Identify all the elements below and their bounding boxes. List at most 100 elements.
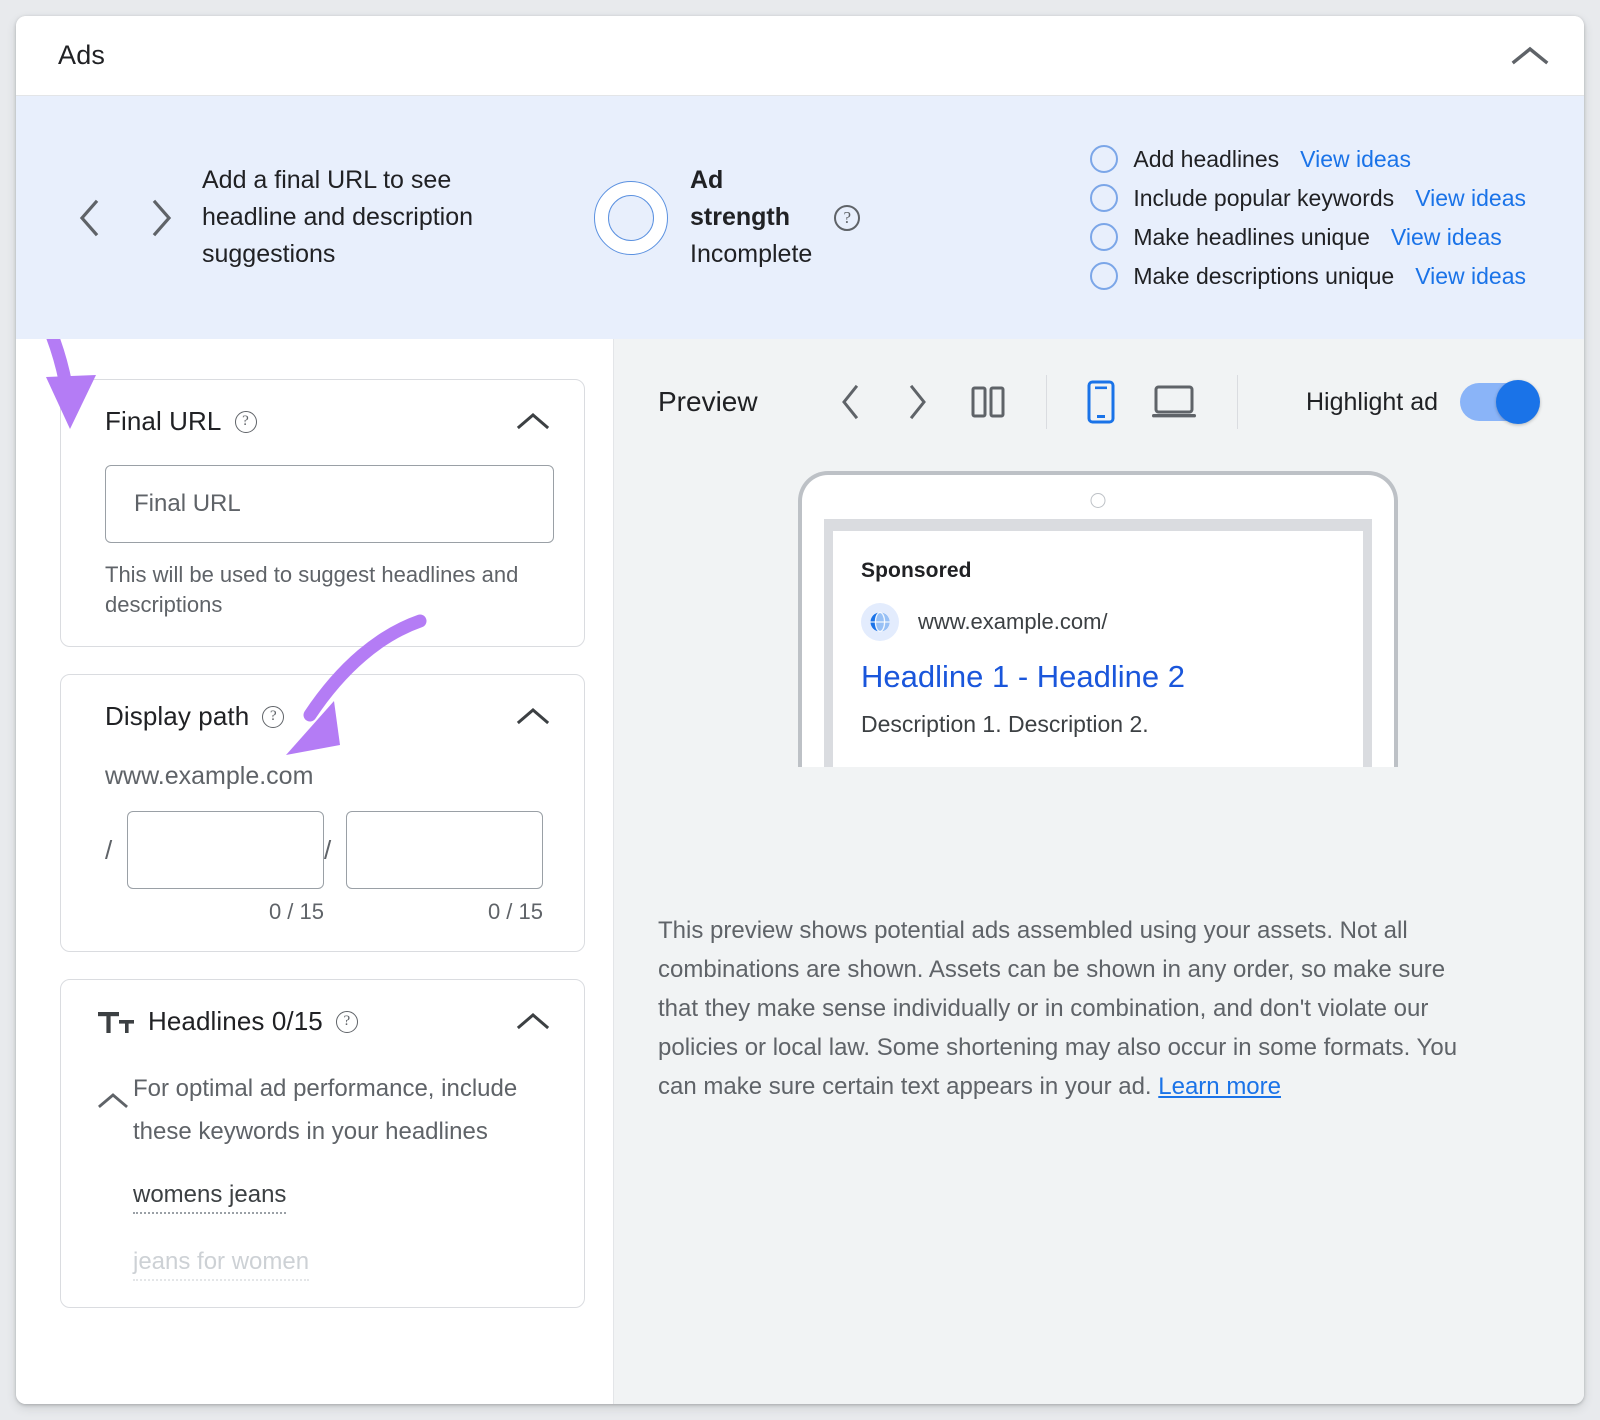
keyword-hint-text: For optimal ad performance, include thes… — [133, 1075, 518, 1145]
checklist-status-circle[interactable] — [1090, 262, 1119, 290]
keyword-chip[interactable]: jeans for women — [133, 1248, 310, 1281]
preview-disclaimer: This preview shows potential ads assembl… — [658, 911, 1488, 1106]
display-path-collapse-button[interactable] — [512, 702, 554, 731]
path-separator-2: / — [324, 835, 332, 865]
display-path-counter-2: 0 / 15 — [487, 899, 543, 924]
desktop-preview-button[interactable] — [1133, 375, 1215, 429]
display-path-input-2[interactable] — [346, 811, 543, 889]
preview-toolbar: Preview Highlight ad — [658, 369, 1540, 435]
preview-next-button[interactable] — [884, 375, 952, 429]
phone-screen: Sponsored www.example.com/ Headline 1 - … — [824, 519, 1372, 767]
ad-strength-title-line2: strength — [690, 203, 790, 231]
learn-more-link[interactable]: Learn more — [1158, 1073, 1281, 1100]
suggestion-carousel-nav — [76, 198, 174, 238]
checklist-item: Add headlines View ideas — [1090, 145, 1526, 173]
view-ideas-link[interactable]: View ideas — [1391, 224, 1502, 251]
checklist-item: Make descriptions unique View ideas — [1090, 262, 1526, 290]
checklist-status-circle[interactable] — [1090, 223, 1119, 251]
highlight-ad-toggle[interactable] — [1460, 380, 1540, 424]
ad-preview-pane: Preview Highlight ad Sponsored www.examp… — [614, 339, 1584, 1404]
final-url-hint: This will be used to suggest headlines a… — [105, 562, 519, 617]
ad-description: Description 1. Description 2. — [861, 711, 1149, 737]
keyword-suggestions: For optimal ad performance, include thes… — [97, 1067, 554, 1281]
headlines-card-header: Headlines 0/15 ? — [97, 1006, 554, 1037]
view-ideas-link[interactable]: View ideas — [1300, 146, 1411, 173]
toolbar-divider — [1236, 375, 1238, 429]
page-title: Ads — [58, 40, 106, 70]
sponsored-label: Sponsored — [861, 559, 972, 582]
display-path-card-header: Display path ? — [105, 701, 554, 732]
ad-strength-banner: Add a final URL to see headline and desc… — [16, 96, 1584, 339]
ad-url-row: www.example.com/ — [861, 603, 1335, 641]
path-separator-1: / — [105, 835, 113, 865]
ad-strength-indicator: Ad strength Incomplete ? — [594, 162, 861, 273]
split-view-button[interactable] — [952, 377, 1024, 427]
mobile-device-icon — [1087, 380, 1115, 424]
chevron-right-icon — [909, 384, 926, 420]
checklist-item-label: Include popular keywords — [1133, 184, 1395, 211]
ads-panel: Ads Add a final URL to see headline and … — [16, 16, 1584, 1404]
final-url-help-icon[interactable]: ? — [234, 410, 257, 433]
view-ideas-link[interactable]: View ideas — [1415, 263, 1526, 290]
checklist-status-circle[interactable] — [1090, 184, 1119, 212]
headlines-card: Headlines 0/15 ? For optimal ad performa… — [60, 979, 585, 1308]
suggestion-text: Add a final URL to see headline and desc… — [202, 166, 474, 268]
toggle-knob — [1496, 380, 1540, 424]
headlines-collapse-button[interactable] — [512, 1007, 554, 1036]
suggestion-next-button[interactable] — [148, 198, 174, 238]
preview-title: Preview — [658, 386, 758, 417]
ad-strength-ring-inner — [608, 194, 654, 241]
checklist-item-label: Add headlines — [1133, 145, 1280, 172]
checklist-item: Include popular keywords View ideas — [1090, 184, 1526, 212]
display-path-input-1[interactable] — [127, 811, 324, 889]
final-url-title: Final URL — [105, 406, 222, 436]
disclaimer-text: This preview shows potential ads assembl… — [658, 917, 1458, 1100]
ad-headline[interactable]: Headline 1 - Headline 2 — [861, 659, 1335, 695]
checklist-item-label: Make descriptions unique — [1133, 262, 1395, 289]
chevron-left-icon — [79, 199, 99, 236]
headlines-help-icon[interactable]: ? — [335, 1010, 358, 1033]
final-url-collapse-button[interactable] — [512, 407, 554, 436]
chevron-right-icon — [152, 199, 172, 236]
display-path-inputs: / 0 / 15 / 0 / 15 — [105, 811, 554, 925]
ad-strength-ring — [594, 180, 668, 255]
chevron-up-icon — [516, 413, 550, 430]
chevron-up-icon — [98, 1093, 128, 1108]
display-path-domain: www.example.com — [105, 762, 314, 790]
display-path-help-icon[interactable]: ? — [262, 705, 285, 728]
checklist-item-label: Make headlines unique — [1133, 223, 1370, 250]
chevron-up-icon — [516, 1013, 550, 1030]
keyword-suggestions-toggle[interactable] — [97, 1067, 129, 1281]
panel-collapse-button[interactable] — [1506, 32, 1554, 80]
ad-strength-title-line1: Ad — [690, 166, 724, 194]
display-path-title: Display path — [105, 701, 250, 731]
display-path-card: Display path ? www.example.com / 0 / 15 … — [60, 674, 585, 952]
device-mockup-wrapper: Sponsored www.example.com/ Headline 1 - … — [658, 471, 1538, 767]
checklist-status-circle[interactable] — [1090, 145, 1119, 173]
chevron-up-icon — [1511, 46, 1549, 64]
globe-icon — [861, 603, 899, 641]
highlight-ad-label: Highlight ad — [1305, 387, 1438, 416]
highlight-ad-control: Highlight ad — [1305, 380, 1540, 424]
panel-header: Ads — [16, 16, 1584, 96]
preview-prev-button[interactable] — [816, 375, 884, 429]
toolbar-divider — [1045, 375, 1047, 429]
ad-strength-help-icon[interactable]: ? — [834, 204, 861, 231]
text-format-icon — [97, 1008, 135, 1036]
mobile-preview-button[interactable] — [1069, 372, 1133, 432]
chevron-left-icon — [841, 384, 858, 420]
ad-display-url: www.example.com/ — [918, 609, 1108, 634]
final-url-card-header: Final URL ? — [105, 406, 554, 437]
desktop-device-icon — [1151, 385, 1196, 418]
checklist-item: Make headlines unique View ideas — [1090, 223, 1526, 251]
suggestion-prev-button[interactable] — [76, 198, 102, 238]
path-field-group-2: 0 / 15 — [346, 811, 543, 925]
view-ideas-link[interactable]: View ideas — [1415, 185, 1526, 212]
final-url-input[interactable]: Final URL — [105, 465, 554, 543]
keyword-hint-block: For optimal ad performance, include thes… — [133, 1067, 543, 1281]
display-path-counter-1: 0 / 15 — [268, 899, 324, 924]
ad-preview-card: Sponsored www.example.com/ Headline 1 - … — [833, 531, 1363, 767]
keyword-chip[interactable]: womens jeans — [133, 1181, 287, 1214]
chevron-up-icon — [516, 708, 550, 725]
asset-editor-pane: Final URL ? Final URL This will be used … — [16, 339, 614, 1404]
